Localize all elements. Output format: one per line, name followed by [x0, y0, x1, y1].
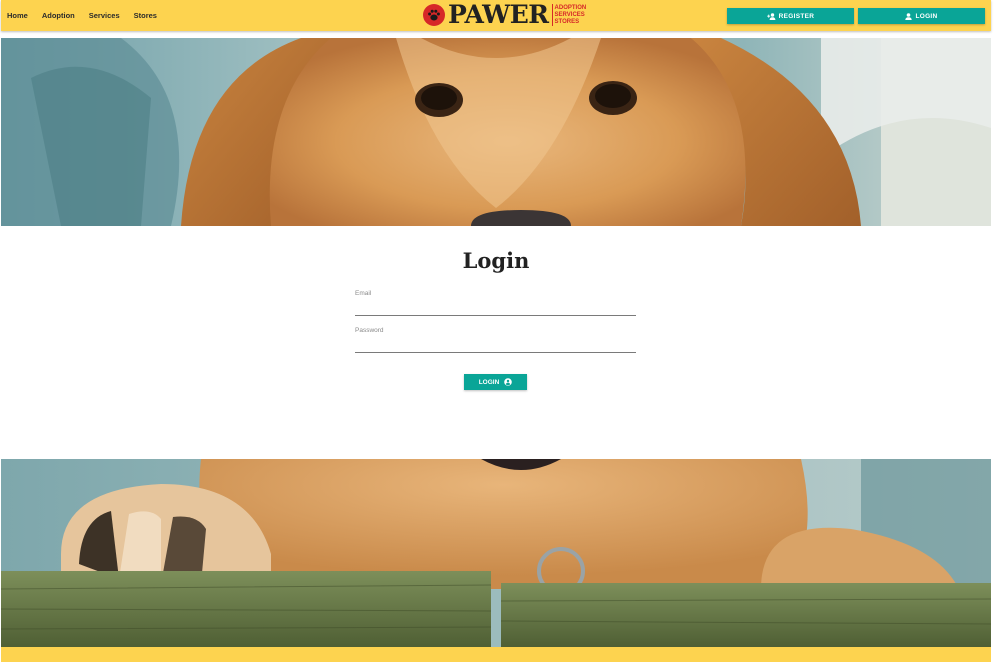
- brand-name: PAWER: [448, 0, 549, 29]
- brand-tagline: STORES: [554, 18, 580, 25]
- login-submit-button[interactable]: LOGIN: [464, 374, 527, 390]
- person-icon: [905, 12, 913, 20]
- login-card: Login Email Password LOGIN: [1, 226, 991, 459]
- brand-logo[interactable]: PAWER ADOPTION SERVICES STORES: [423, 2, 586, 28]
- nav-link-services[interactable]: Services: [89, 11, 120, 20]
- email-label: Email: [355, 290, 372, 297]
- nav-links: Home Adoption Services Stores: [7, 0, 171, 31]
- paw-icon: [423, 4, 445, 26]
- navbar: Home Adoption Services Stores PAWER ADOP…: [1, 0, 991, 31]
- nav-link-stores[interactable]: Stores: [134, 11, 157, 20]
- password-input[interactable]: [355, 341, 636, 353]
- register-button-label: REGISTER: [778, 12, 815, 20]
- brand-tagline: ADOPTION: [554, 4, 587, 11]
- nav-link-home[interactable]: Home: [7, 11, 28, 20]
- brand-taglines: ADOPTION SERVICES STORES: [551, 4, 587, 26]
- login-title: Login: [462, 248, 530, 273]
- password-field: Password: [355, 327, 636, 354]
- person-add-icon: [766, 12, 776, 20]
- nav-link-adoption[interactable]: Adoption: [42, 11, 75, 20]
- hero-image-bottom: [1, 459, 991, 647]
- account-circle-icon: [504, 378, 513, 386]
- hero-image-top: [1, 38, 991, 226]
- brand-tagline: SERVICES: [554, 11, 585, 18]
- footer-bar: [1, 647, 991, 662]
- login-nav-button-label: LOGIN: [915, 12, 938, 20]
- page: Home Adoption Services Stores PAWER ADOP…: [1, 0, 991, 664]
- password-label: Password: [355, 327, 384, 334]
- register-button[interactable]: REGISTER: [727, 8, 854, 24]
- email-input[interactable]: [355, 304, 636, 316]
- email-field: Email: [355, 290, 636, 317]
- login-submit-label: LOGIN: [478, 378, 500, 386]
- login-nav-button[interactable]: LOGIN: [858, 8, 985, 24]
